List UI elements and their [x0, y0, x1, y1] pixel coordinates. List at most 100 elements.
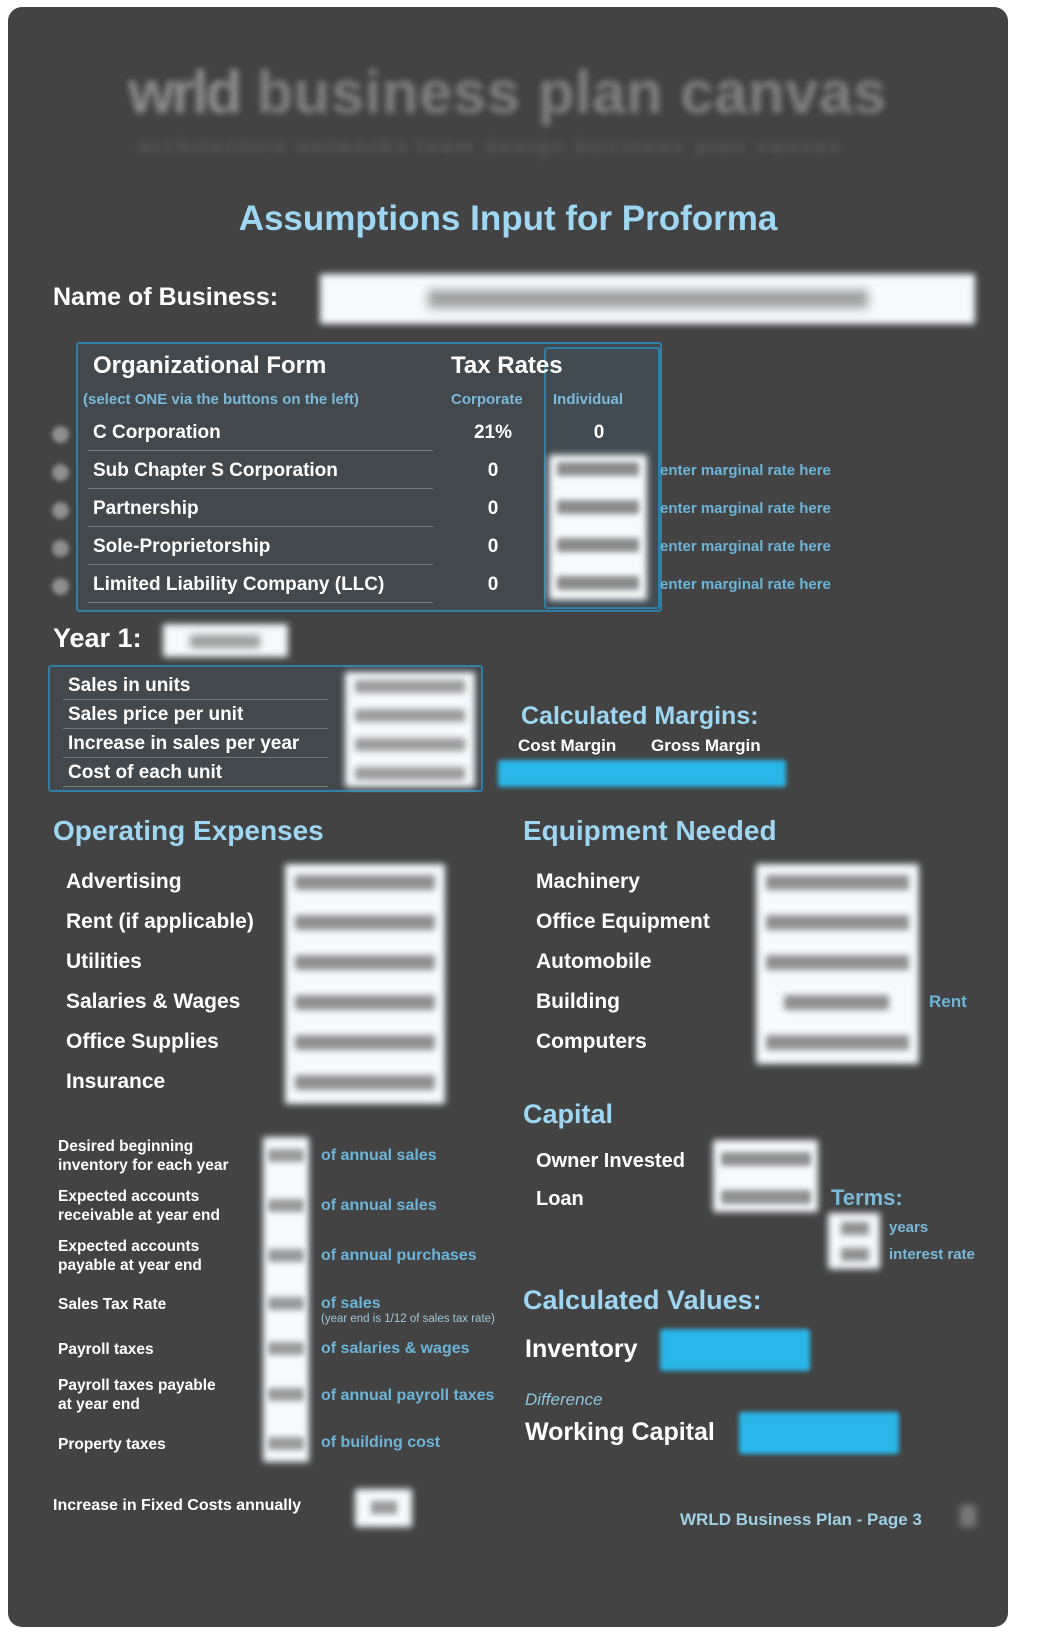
working-capital-label: Working Capital [525, 1418, 715, 1446]
radio-c-corporation[interactable] [52, 426, 69, 443]
years-label: years [889, 1219, 929, 1236]
sales-row-label: Increase in sales per year [68, 733, 300, 754]
percent-assumption-label: Sales Tax Rate [58, 1296, 167, 1313]
radio-partnership[interactable] [52, 502, 69, 519]
row-divider [63, 699, 328, 700]
sales-price-value [355, 709, 465, 722]
calculated-values-title: Calculated Values: [523, 1285, 762, 1315]
organizational-form-subheading: (select ONE via the buttons on the left) [83, 391, 359, 408]
column-header-individual: Individual [553, 391, 624, 408]
percent-assumption-label: Property taxes [58, 1436, 166, 1453]
working-capital-value [739, 1412, 899, 1454]
equipment-label: Automobile [536, 950, 652, 973]
org-row-name: Sub Chapter S Corporation [93, 460, 338, 481]
sales-increase-value [355, 738, 465, 751]
row-divider [63, 786, 328, 787]
row-divider [63, 728, 328, 729]
logo-mark: wrld [128, 59, 242, 126]
loan-value [721, 1190, 811, 1204]
percent-assumption-note: of annual payroll taxes [321, 1387, 495, 1404]
individual-rate-value [557, 538, 639, 552]
percent-assumption-note: of sales [321, 1295, 381, 1312]
percent-assumption-note: of salaries & wages [321, 1340, 470, 1357]
increase-fixed-costs-value [371, 1501, 397, 1514]
operating-expense-value [295, 875, 435, 890]
percent-assumption-label: Expected accounts payable at year end [58, 1238, 202, 1274]
operating-expense-label: Rent (if applicable) [66, 910, 254, 933]
equipment-label: Building [536, 990, 620, 1013]
percent-assumption-value [268, 1249, 304, 1262]
inventory-value [660, 1329, 810, 1371]
column-header-corporate: Corporate [451, 391, 523, 408]
radio-llc[interactable] [52, 578, 69, 595]
sales-units-value [355, 680, 465, 693]
organizational-form-heading: Organizational Form [93, 352, 327, 379]
equipment-label: Computers [536, 1030, 647, 1053]
inventory-label: Inventory [525, 1335, 638, 1363]
footer-page-marker [960, 1505, 976, 1527]
percent-assumption-value [268, 1149, 304, 1162]
operating-expense-label: Utilities [66, 950, 142, 973]
equipment-label: Machinery [536, 870, 640, 893]
org-row-name: Partnership [93, 498, 199, 519]
radio-sub-chapter-s[interactable] [52, 464, 69, 481]
percent-assumption-value [268, 1342, 304, 1355]
marginal-rate-note: enter marginal rate here [660, 462, 831, 479]
percent-assumption-value [268, 1388, 304, 1401]
terms-label: Terms: [831, 1185, 903, 1210]
operating-expense-value [295, 995, 435, 1010]
equipment-needed-title: Equipment Needed [523, 815, 777, 846]
loan-years-value [841, 1222, 869, 1235]
sales-row-label: Sales price per unit [68, 704, 244, 725]
sales-tax-subnote: (year end is 1/12 of sales tax rate) [321, 1313, 495, 1325]
equipment-value [766, 875, 909, 890]
operating-expense-value [295, 1035, 435, 1050]
business-name-label: Name of Business: [53, 283, 279, 311]
row-divider [63, 757, 328, 758]
equipment-value [766, 1035, 909, 1050]
calculated-margins-title: Calculated Margins: [521, 702, 759, 730]
sales-row-label: Cost of each unit [68, 762, 223, 783]
percent-assumption-label: Expected accounts receivable at year end [58, 1188, 220, 1224]
org-row-name: Limited Liability Company (LLC) [93, 574, 385, 595]
percent-assumption-value [268, 1297, 304, 1310]
percent-assumption-value [268, 1437, 304, 1450]
org-corporate-rate: 21% [473, 422, 513, 443]
calculated-margins-values [498, 760, 786, 787]
org-corporate-rate: 0 [487, 460, 499, 481]
logo-wordmark: business plan canvas [256, 59, 887, 126]
operating-expenses-title: Operating Expenses [53, 815, 324, 846]
gross-margin-label: Gross Margin [651, 736, 761, 755]
org-corporate-rate: 0 [487, 574, 499, 595]
operating-expense-value [295, 915, 435, 930]
loan-interest-value [841, 1248, 869, 1261]
operating-expense-label: Insurance [66, 1070, 166, 1093]
org-row-name: Sole-Proprietorship [93, 536, 271, 557]
marginal-rate-note: enter marginal rate here [660, 538, 831, 555]
individual-rate-value [557, 462, 639, 476]
logo-wordmark-row: wrld business plan canvas [128, 57, 908, 129]
org-corporate-rate: 0 [487, 498, 499, 519]
individual-rate-value [557, 500, 639, 514]
business-name-value [428, 290, 868, 308]
sales-row-label: Sales in units [68, 675, 191, 696]
equipment-label: Office Equipment [536, 910, 710, 933]
operating-expense-inputs[interactable] [285, 864, 445, 1104]
capital-item-label: Loan [536, 1188, 584, 1210]
operating-expense-label: Advertising [66, 870, 182, 893]
org-individual-rate: 0 [593, 422, 605, 443]
marginal-rate-note: enter marginal rate here [660, 576, 831, 593]
percent-assumption-note: of annual purchases [321, 1247, 477, 1264]
percent-assumption-note: of annual sales [321, 1197, 437, 1214]
increase-fixed-costs-label: Increase in Fixed Costs annually [53, 1497, 302, 1514]
document-sheet: wrld business plan canvas architecture n… [8, 7, 1008, 1627]
logo-tagline: architecture networks team design busine… [138, 135, 843, 158]
percent-assumption-label: Payroll taxes [58, 1341, 154, 1358]
percent-assumption-label: Desired beginning inventory for each yea… [58, 1138, 229, 1174]
equipment-value [766, 955, 909, 970]
cost-margin-label: Cost Margin [518, 736, 617, 755]
percent-assumption-label: Payroll taxes payable at year end [58, 1377, 216, 1413]
percent-assumption-note: of building cost [321, 1434, 441, 1451]
page-title: Assumptions Input for Proforma [238, 199, 778, 238]
radio-sole-proprietorship[interactable] [52, 540, 69, 557]
